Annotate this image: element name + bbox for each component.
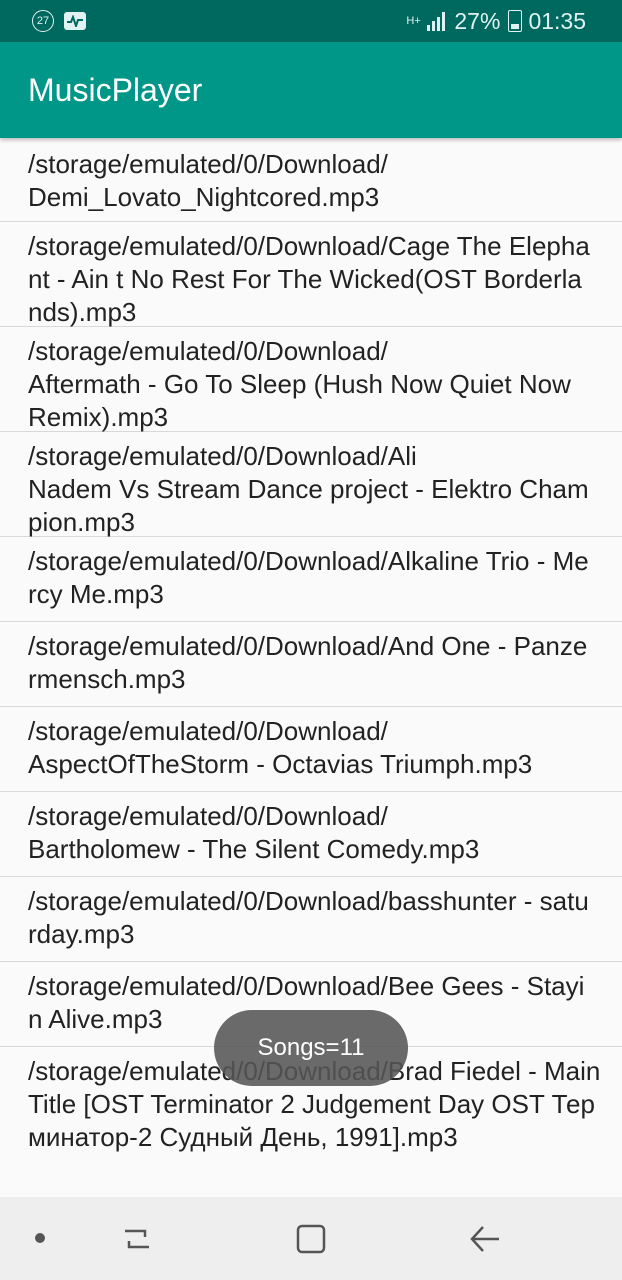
notification-count-icon: 27 — [32, 10, 54, 32]
app-title: MusicPlayer — [28, 72, 203, 108]
screen: 27 H+ 27% 01:35 MusicPlayer /storage/emu… — [0, 0, 622, 1280]
song-item-8[interactable]: /storage/emulated/0/Download/ Bartholome… — [0, 792, 622, 877]
song-path: /storage/emulated/0/Download/ Bartholome… — [28, 801, 480, 864]
song-path: /storage/emulated/0/Download/ Aftermath … — [28, 336, 571, 432]
song-item-1[interactable]: /storage/emulated/0/Download/ Demi_Lovat… — [0, 140, 622, 222]
status-left: 27 — [32, 8, 86, 34]
battery-percent: 27% — [454, 7, 501, 34]
song-path: /storage/emulated/0/Download/And One - P… — [28, 631, 588, 694]
status-bar: 27 H+ 27% 01:35 — [0, 0, 622, 42]
toast-message: Songs=11 — [214, 1010, 408, 1086]
song-path: /storage/emulated/0/Download/Cage The El… — [28, 231, 590, 327]
song-path: /storage/emulated/0/Download/ Demi_Lovat… — [28, 149, 388, 212]
song-item-6[interactable]: /storage/emulated/0/Download/And One - P… — [0, 622, 622, 707]
activity-pulse-icon — [64, 12, 86, 30]
app-bar: MusicPlayer — [0, 42, 622, 138]
home-icon[interactable] — [289, 1217, 333, 1261]
recent-apps-icon[interactable] — [115, 1217, 159, 1261]
song-path: /storage/emulated/0/Download/Ali Nadem V… — [28, 441, 589, 537]
nav-dot-icon[interactable] — [35, 1233, 45, 1243]
signal-bars-icon — [427, 12, 446, 31]
song-item-9[interactable]: /storage/emulated/0/Download/basshunter … — [0, 877, 622, 962]
song-path: /storage/emulated/0/Download/basshunter … — [28, 886, 589, 949]
song-item-2[interactable]: /storage/emulated/0/Download/Cage The El… — [0, 222, 622, 327]
navigation-bar — [0, 1197, 622, 1280]
song-path: /storage/emulated/0/Download/Alkaline Tr… — [28, 546, 589, 609]
song-list[interactable]: /storage/emulated/0/Download/ Demi_Lovat… — [0, 140, 622, 1152]
back-icon[interactable] — [463, 1217, 507, 1261]
song-item-3[interactable]: /storage/emulated/0/Download/ Aftermath … — [0, 327, 622, 432]
status-time: 01:35 — [528, 7, 586, 34]
battery-icon — [508, 10, 523, 32]
song-path: /storage/emulated/0/Download/ AspectOfTh… — [28, 716, 533, 779]
hplus-network-icon: H+ — [406, 14, 421, 27]
song-item-7[interactable]: /storage/emulated/0/Download/ AspectOfTh… — [0, 707, 622, 792]
song-item-5[interactable]: /storage/emulated/0/Download/Alkaline Tr… — [0, 537, 622, 622]
song-item-4[interactable]: /storage/emulated/0/Download/Ali Nadem V… — [0, 432, 622, 537]
status-right: H+ 27% 01:35 — [406, 6, 586, 36]
